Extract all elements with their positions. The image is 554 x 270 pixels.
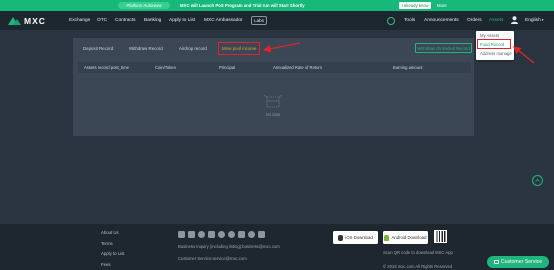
column-header-coin: Coin/Token xyxy=(155,65,176,70)
nav-exchange[interactable]: Exchange xyxy=(69,11,90,30)
chevron-up-icon xyxy=(535,179,540,182)
column-header-post-time: Assets record post_time xyxy=(84,65,129,70)
linkedin-icon[interactable] xyxy=(258,231,265,238)
column-header-earning-amount: Earning amount xyxy=(393,65,423,70)
nav-otc[interactable]: OTC xyxy=(97,11,107,30)
tab-airdrop-record[interactable]: Airdrop record xyxy=(179,46,207,51)
nav-mxc-ambassador[interactable]: MXC Ambassador xyxy=(204,11,243,30)
language-selector[interactable]: English▾ xyxy=(525,11,544,30)
already-know-button[interactable]: I already know xyxy=(399,2,431,9)
tab-highlight-box xyxy=(218,42,260,55)
mxc-logo[interactable]: MXC xyxy=(8,15,46,26)
footer-link-apply-to-list[interactable]: Apply to List xyxy=(101,251,124,256)
customer-service-label: Customer Service xyxy=(500,259,543,265)
mxc-logo-icon xyxy=(8,17,21,25)
app-qr-code xyxy=(434,230,447,243)
logo-text: MXC xyxy=(24,15,46,26)
ios-download-button[interactable]: iOS Download xyxy=(333,231,378,244)
empty-box-icon xyxy=(263,94,283,108)
facebook-icon[interactable] xyxy=(218,231,225,238)
table-header: Assets record post_time Coin/Token Princ… xyxy=(78,62,471,73)
tab-withdraw-record[interactable]: Withdraw Record xyxy=(129,46,163,51)
ios-download-label: iOS Download xyxy=(345,235,373,240)
withdraw-chronicled-record-button[interactable]: Withdraw chronicled Record xyxy=(415,43,472,53)
chat-icon xyxy=(493,259,499,264)
platform-announcement-pill: Platform Autowww xyxy=(118,2,170,9)
user-icon[interactable] xyxy=(511,16,518,24)
tab-deposit-record[interactable]: Deposit Record xyxy=(83,46,113,51)
nav-labs[interactable]: Labs xyxy=(251,16,267,25)
footer: About Us Terms Apply to List Fees Busine… xyxy=(0,224,554,270)
more-link[interactable]: More xyxy=(437,3,447,9)
record-tabs: Deposit Record Withdraw Record Airdrop r… xyxy=(73,38,474,60)
nav-assets[interactable]: Assets xyxy=(489,11,503,30)
weibo-icon[interactable] xyxy=(198,231,205,238)
arrow-to-fund-record xyxy=(512,46,535,64)
business-inquiry-text: Business Inquiry (including listing):bus… xyxy=(178,244,280,249)
nav-contracts[interactable]: Contracts xyxy=(115,11,136,30)
nav-orders[interactable]: Orders xyxy=(467,11,482,30)
announcement-banner: Platform Autowww MXC will Launch PoS Pro… xyxy=(0,0,554,11)
social-icons xyxy=(178,231,265,238)
nav-banking[interactable]: Banking xyxy=(144,11,161,30)
android-download-button[interactable]: Android Download xyxy=(383,231,428,244)
apple-icon xyxy=(338,234,344,241)
menu-item-my-assets[interactable]: My Assets xyxy=(480,33,499,38)
no-data-text: No data xyxy=(265,112,281,117)
language-label: English xyxy=(525,18,541,23)
scroll-to-top-button[interactable] xyxy=(532,175,543,186)
nav-apply-to-list[interactable]: Apply to List xyxy=(169,11,195,30)
column-header-principal: Principal xyxy=(219,65,236,70)
copyright-text: © 2018 mxc.com All Rights Reserved xyxy=(383,264,453,269)
customer-service-email: Customer Service:service@mxc.com xyxy=(178,256,247,261)
nav-tools[interactable]: Tools xyxy=(404,11,415,30)
theme-toggle-icon[interactable] xyxy=(387,16,395,25)
telegram-group-icon[interactable] xyxy=(188,231,195,238)
nav-announcements[interactable]: Announcements xyxy=(424,11,459,30)
footer-link-about-us[interactable]: About Us xyxy=(101,230,119,235)
footer-link-fees[interactable]: Fees xyxy=(101,262,111,267)
fund-record-highlight-box xyxy=(477,39,511,49)
footer-link-terms[interactable]: Terms xyxy=(101,241,113,246)
scan-qr-text: Scan QR code to download MXC App xyxy=(383,250,453,255)
menu-item-address-manage[interactable]: Address manage xyxy=(480,51,512,56)
announcement-message[interactable]: MXC will Launch PoS Program and Trial ru… xyxy=(180,3,305,9)
wechat-icon[interactable] xyxy=(248,231,255,238)
chevron-down-icon: ▾ xyxy=(541,18,544,22)
medium-icon[interactable] xyxy=(228,231,235,238)
top-nav: MXC Exchange OTC Contracts Banking Apply… xyxy=(0,11,554,30)
reddit-icon[interactable] xyxy=(238,231,245,238)
record-panel: Deposit Record Withdraw Record Airdrop r… xyxy=(73,38,474,136)
customer-service-button[interactable]: Customer Service xyxy=(487,256,549,268)
android-icon xyxy=(384,234,390,241)
twitter-icon[interactable] xyxy=(208,231,215,238)
android-download-label: Android Download xyxy=(391,235,427,240)
telegram-icon[interactable] xyxy=(178,231,185,238)
column-header-annualized-rate: Annualized Rate of Return xyxy=(273,65,323,70)
